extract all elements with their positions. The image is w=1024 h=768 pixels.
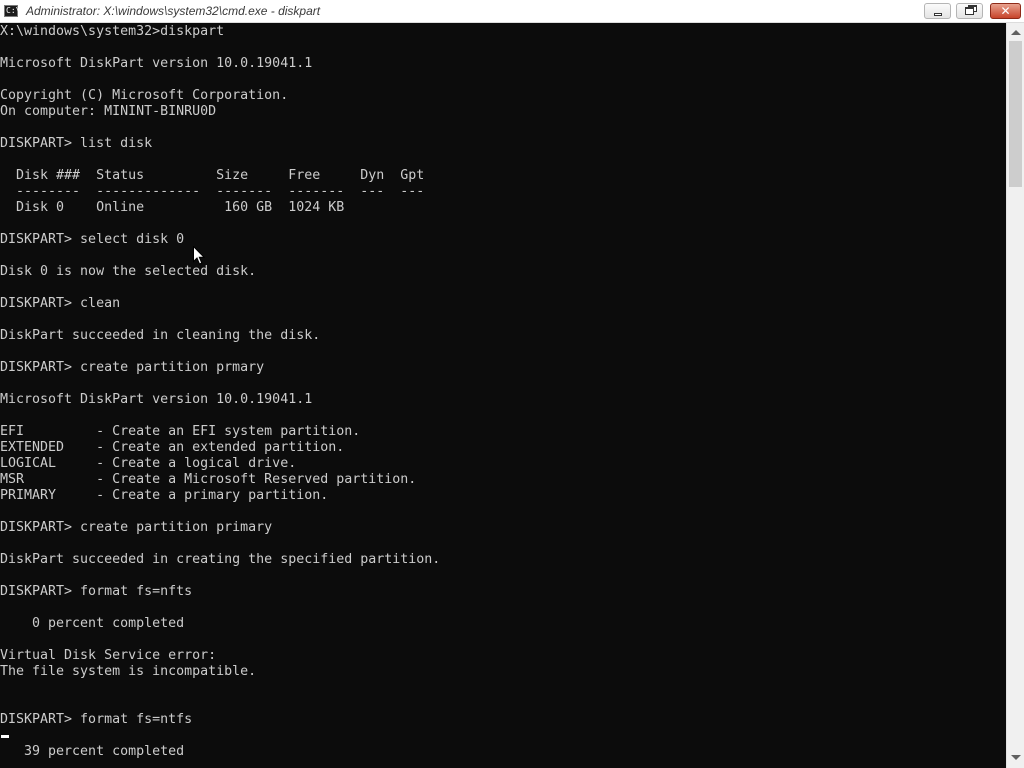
console-line: PRIMARY - Create a primary partition. [0, 488, 329, 503]
console-line: 0 percent completed [0, 616, 185, 631]
console-line: DISKPART> list disk [0, 136, 153, 151]
console-line: EXTENDED - Create an extended partition. [0, 440, 345, 455]
console-line: Disk ### Status Size Free Dyn Gpt [0, 168, 425, 183]
title-bar[interactable]: C:\ Administrator: X:\windows\system32\c… [0, 0, 1024, 23]
console-line: X:\windows\system32>diskpart [0, 24, 225, 39]
console-line: DiskPart succeeded in creating the speci… [0, 552, 441, 567]
console-line: DiskPart succeeded in cleaning the disk. [0, 328, 321, 343]
restore-icon [965, 7, 974, 15]
scrollbar-thumb[interactable] [1009, 41, 1022, 187]
close-icon: ✕ [1000, 4, 1011, 18]
mouse-pointer-icon [193, 246, 205, 265]
console-line: DISKPART> create partition prmary [0, 360, 265, 375]
window-title: Administrator: X:\windows\system32\cmd.e… [26, 4, 321, 18]
console-line: The file system is incompatible. [0, 664, 257, 679]
restore-button[interactable] [956, 3, 983, 19]
scroll-up-arrow-icon[interactable] [1011, 30, 1021, 35]
console-line: DISKPART> format fs=nfts [0, 584, 193, 599]
console-line: Disk 0 Online 160 GB 1024 KB [0, 200, 345, 215]
minimize-button[interactable] [924, 3, 951, 19]
console-line: MSR - Create a Microsoft Reserved partit… [0, 472, 417, 487]
console-line: DISKPART> format fs=ntfs [0, 712, 193, 727]
console-line: DISKPART> create partition primary [0, 520, 273, 535]
console-line: -------- ------------- ------- ------- -… [0, 184, 425, 199]
console-line: Virtual Disk Service error: [0, 648, 217, 663]
console-line: Microsoft DiskPart version 10.0.19041.1 [0, 392, 313, 407]
console-line: DISKPART> select disk 0 [0, 232, 185, 247]
console-line: Copyright (C) Microsoft Corporation. [0, 88, 289, 103]
scroll-down-arrow-icon[interactable] [1011, 755, 1021, 760]
close-button[interactable]: ✕ [990, 3, 1021, 19]
console-line: Microsoft DiskPart version 10.0.19041.1 [0, 56, 313, 71]
cmd-icon: C:\ [4, 5, 21, 17]
console-text: X:\windows\system32>diskpart Microsoft D… [0, 24, 440, 760]
console-line: 39 percent completed [0, 744, 185, 759]
console-line: Disk 0 is now the selected disk. [0, 264, 257, 279]
text-cursor [1, 735, 9, 738]
vertical-scrollbar[interactable] [1006, 23, 1024, 768]
console-line: DISKPART> clean [0, 296, 121, 311]
console-line: EFI - Create an EFI system partition. [0, 424, 361, 439]
console-line: LOGICAL - Create a logical drive. [0, 456, 297, 471]
console-output[interactable]: X:\windows\system32>diskpart Microsoft D… [0, 23, 1006, 768]
console-line: On computer: MININT-BINRU0D [0, 104, 217, 119]
minimize-icon [934, 13, 942, 16]
